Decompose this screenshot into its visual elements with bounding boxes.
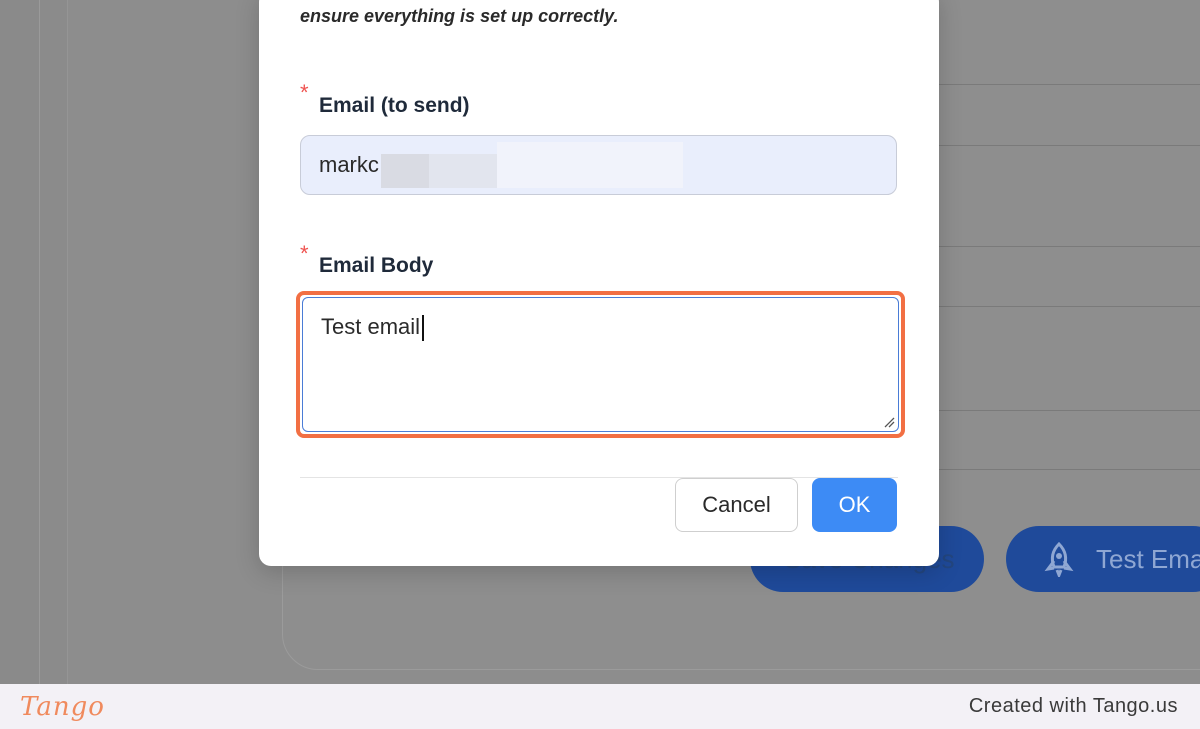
background-sidebar-secondary bbox=[40, 0, 68, 684]
background-row-divider bbox=[930, 246, 1200, 247]
redacted-text bbox=[497, 142, 683, 188]
ok-button[interactable]: OK bbox=[812, 478, 897, 532]
background-row-divider bbox=[930, 145, 1200, 146]
redacted-text bbox=[429, 154, 497, 188]
created-with-credit: Created with Tango.us bbox=[968, 695, 1178, 717]
send-test-email-modal: ensure everything is set up correctly. *… bbox=[259, 0, 939, 566]
background-row-divider bbox=[930, 306, 1200, 307]
tango-footer: Tango Created with Tango.us bbox=[0, 684, 1200, 729]
email-body-textarea[interactable]: Test email bbox=[302, 297, 899, 432]
modal-intro-text: ensure everything is set up correctly. bbox=[300, 6, 619, 26]
tango-logo: Tango bbox=[20, 692, 105, 722]
background-row-divider bbox=[930, 84, 1200, 85]
text-cursor bbox=[422, 315, 424, 341]
cancel-button[interactable]: Cancel bbox=[675, 478, 798, 532]
email-body-label: Email Body bbox=[319, 254, 434, 277]
background-row-divider bbox=[930, 469, 1200, 470]
rocket-icon bbox=[1044, 541, 1074, 577]
resize-handle-icon[interactable] bbox=[883, 416, 895, 428]
test-email-label: Test Email bbox=[1096, 543, 1200, 574]
background-sidebar bbox=[0, 0, 40, 684]
email-to-send-label: Email (to send) bbox=[319, 94, 470, 117]
test-email-button[interactable]: Test Email bbox=[1006, 526, 1200, 592]
modal-footer-divider bbox=[300, 477, 898, 478]
redacted-text bbox=[381, 154, 429, 188]
required-marker: * bbox=[300, 80, 309, 105]
background-row-divider bbox=[930, 410, 1200, 411]
required-marker: * bbox=[300, 241, 309, 266]
